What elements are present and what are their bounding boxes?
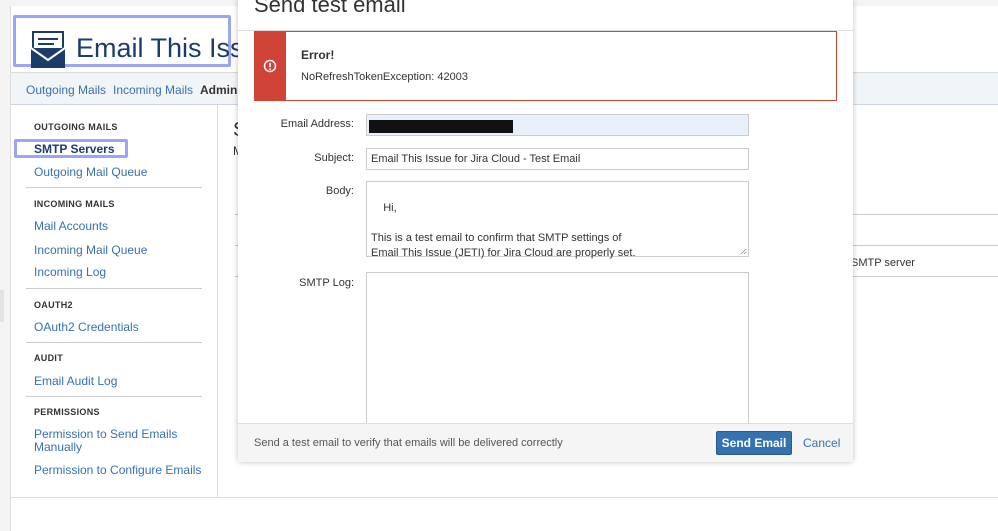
sidebar-heading-outgoing: OUTGOING MAILS	[34, 122, 118, 132]
error-message-box: Error! NoRefreshTokenException: 42003	[254, 31, 837, 101]
sidebar-item-outgoing-queue[interactable]: Outgoing Mail Queue	[34, 166, 147, 179]
edge-tab	[0, 290, 4, 322]
error-title: Error!	[301, 48, 335, 62]
body-textarea[interactable]: Hi, This is a test email to confirm that…	[366, 181, 749, 259]
envelope-logo-icon	[30, 31, 66, 68]
email-address-label: Email Address:	[280, 118, 354, 130]
table-cell-fragment: SMTP server	[851, 257, 915, 269]
sidebar-item-oauth2-credentials[interactable]: OAuth2 Credentials	[34, 321, 139, 334]
sidebar-item-incoming-log[interactable]: Incoming Log	[34, 266, 106, 279]
footer-divider	[11, 497, 998, 498]
logo-highlight: Email This Issue	[13, 15, 274, 68]
sidebar-item-mail-accounts[interactable]: Mail Accounts	[34, 220, 108, 233]
dialog-footer: Send a test email to verify that emails …	[238, 423, 853, 462]
subject-field[interactable]: Email This Issue for Jira Cloud - Test E…	[366, 148, 749, 170]
body-text: Hi, This is a test email to confirm that…	[371, 202, 636, 259]
sidebar-item-email-audit-log[interactable]: Email Audit Log	[34, 375, 117, 388]
resize-handle-icon[interactable]	[740, 248, 747, 255]
sidebar-heading-audit: AUDIT	[34, 353, 63, 363]
dialog-title: Send test email	[254, 0, 406, 17]
redacted-email	[369, 120, 513, 133]
error-sidebar	[255, 32, 286, 100]
subject-label: Subject:	[314, 152, 354, 164]
sidebar-item-smtp-servers[interactable]: SMTP Servers	[34, 143, 115, 156]
sidebar-item-incoming-queue[interactable]: Incoming Mail Queue	[34, 244, 147, 257]
nav-incoming-mails[interactable]: Incoming Mails	[113, 83, 193, 97]
sidebar-heading-incoming: INCOMING MAILS	[34, 199, 115, 209]
error-icon	[263, 59, 277, 73]
body-label: Body:	[325, 185, 354, 197]
divider	[26, 288, 202, 289]
smtp-log-label: SMTP Log:	[299, 277, 354, 289]
sidebar: OUTGOING MAILS SMTP Servers Outgoing Mai…	[11, 105, 218, 497]
send-test-email-dialog: Send test email Error! NoRefreshTokenExc…	[238, 0, 853, 462]
sidebar-heading-oauth2: OAUTH2	[34, 300, 73, 310]
cancel-button[interactable]: Cancel	[803, 436, 840, 450]
footer-hint: Send a test email to verify that emails …	[254, 437, 563, 449]
divider	[26, 342, 202, 343]
email-address-field[interactable]	[366, 114, 749, 136]
divider	[26, 187, 202, 188]
sidebar-heading-permissions: PERMISSIONS	[34, 407, 100, 417]
sidebar-item-permission-send[interactable]: Permission to Send Emails Manually	[34, 428, 184, 454]
sidebar-item-permission-configure[interactable]: Permission to Configure Emails	[34, 464, 201, 477]
send-email-button[interactable]: Send Email	[716, 431, 792, 455]
smtp-log-textarea[interactable]	[366, 272, 749, 424]
divider	[26, 396, 202, 397]
nav-outgoing-mails[interactable]: Outgoing Mails	[26, 83, 106, 97]
error-text: NoRefreshTokenException: 42003	[301, 71, 468, 83]
